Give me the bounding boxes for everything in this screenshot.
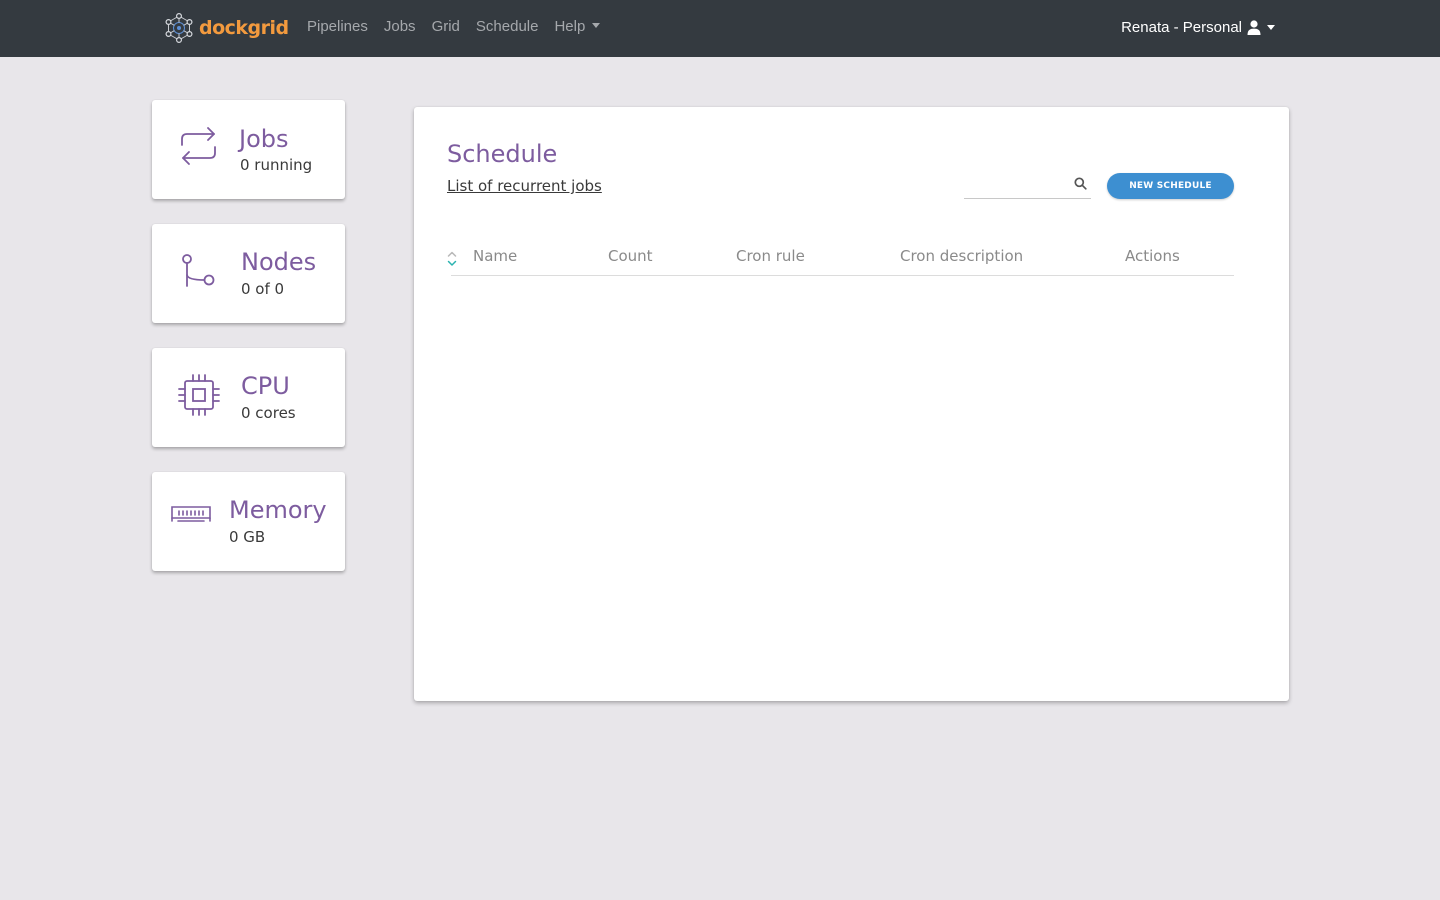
search-input[interactable] <box>964 174 1064 196</box>
page-subtitle-link[interactable]: List of recurrent jobs <box>447 177 602 195</box>
stat-title: Nodes <box>241 248 317 276</box>
caret-down-icon <box>592 23 601 28</box>
nav-schedule[interactable]: Schedule <box>476 18 539 35</box>
stat-title: CPU <box>241 372 290 400</box>
user-icon <box>1247 20 1261 35</box>
column-header-count[interactable]: Count <box>608 247 653 265</box>
cpu-chip-icon <box>178 374 220 416</box>
schedule-panel: Schedule List of recurrent jobs NEW SCHE… <box>414 107 1289 701</box>
nav-help-label: Help <box>554 18 586 35</box>
table-header: Name Count Cron rule Cron description Ac… <box>447 239 1234 276</box>
search-icon[interactable] <box>1074 177 1087 190</box>
nav-help-dropdown[interactable]: Help <box>554 18 601 35</box>
brand-name: dockgrid <box>199 17 289 39</box>
column-header-actions: Actions <box>1125 247 1180 265</box>
nav-jobs[interactable]: Jobs <box>384 18 416 35</box>
user-name: Renata - Personal <box>1121 19 1242 36</box>
search-field <box>964 174 1091 199</box>
nav-grid[interactable]: Grid <box>432 18 460 35</box>
stat-title: Memory <box>229 496 327 524</box>
stat-subtitle: 0 running <box>240 156 313 174</box>
user-menu-dropdown[interactable]: Renata - Personal <box>1121 19 1275 36</box>
main-nav: Pipelines Jobs Grid Schedule Help <box>307 18 616 35</box>
caret-down-icon <box>1267 25 1275 30</box>
branch-icon <box>182 254 215 287</box>
stat-title: Jobs <box>239 125 289 153</box>
stat-card-memory[interactable]: Memory 0 GB <box>152 472 345 571</box>
page-title: Schedule <box>447 140 558 168</box>
column-header-cron-rule[interactable]: Cron rule <box>736 247 805 265</box>
stat-subtitle: 0 cores <box>241 404 296 422</box>
sort-toggle-icon[interactable] <box>447 250 457 268</box>
stat-card-nodes[interactable]: Nodes 0 of 0 <box>152 224 345 323</box>
stat-card-jobs[interactable]: Jobs 0 running <box>152 100 345 199</box>
memory-module-icon <box>171 506 211 522</box>
top-navbar: dockgrid Pipelines Jobs Grid Schedule He… <box>0 0 1440 57</box>
brand-logo-link[interactable]: dockgrid <box>164 12 289 44</box>
new-schedule-button[interactable]: NEW SCHEDULE <box>1107 173 1234 199</box>
network-logo-icon <box>165 12 193 44</box>
stat-card-cpu[interactable]: CPU 0 cores <box>152 348 345 447</box>
column-header-name[interactable]: Name <box>473 247 517 265</box>
stat-subtitle: 0 of 0 <box>241 280 285 298</box>
stat-subtitle: 0 GB <box>229 528 266 546</box>
repeat-icon <box>181 127 216 165</box>
column-header-cron-description[interactable]: Cron description <box>900 247 1023 265</box>
nav-pipelines[interactable]: Pipelines <box>307 18 368 35</box>
